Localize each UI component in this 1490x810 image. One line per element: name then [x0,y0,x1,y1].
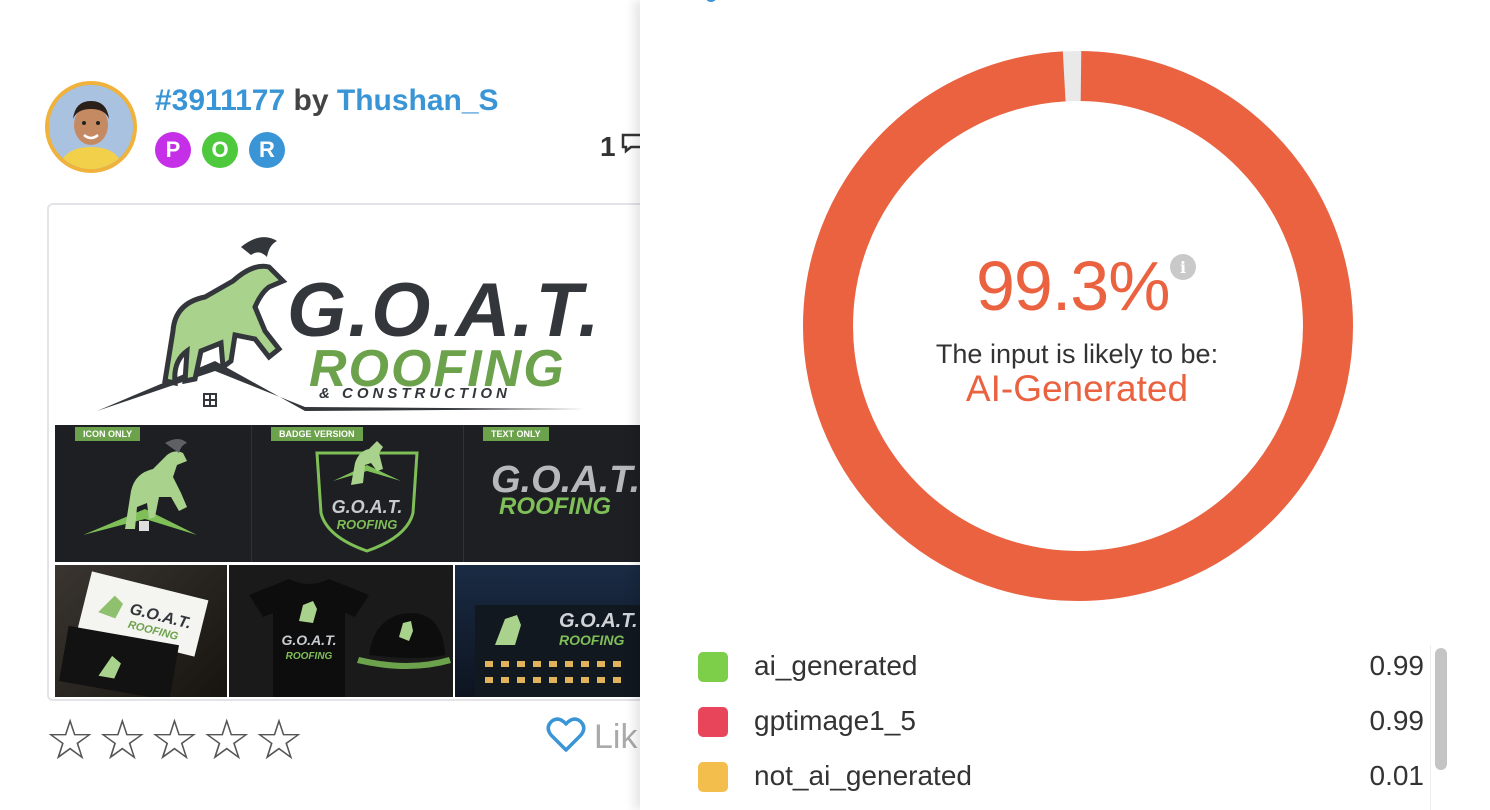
info-icon[interactable]: i [1170,254,1196,280]
legend-row: not_ai_generated 0.01 [698,750,1424,805]
scrollbar-thumb[interactable] [1435,648,1447,770]
star-1[interactable]: ☆ [45,712,95,768]
heart-icon [546,716,586,759]
mockup-business-cards: G.O.A.T. ROOFING [55,565,227,697]
mockup-building: G.O.A.T. ROOFING [455,565,640,697]
entry-card: #3911177 by Thushan_S P O R 1 G.O.A.T. R… [0,0,640,810]
svg-text:G.O.A.T.: G.O.A.T. [282,632,337,648]
entry-image[interactable]: G.O.A.T. ROOFING & CONSTRUCTION ICON ONL… [47,203,640,701]
legend-label: not_ai_generated [754,760,972,791]
logo-line3: & CONSTRUCTION [319,385,511,402]
variant-icon-only: ICON ONLY [55,425,252,562]
legend-label: gptimage1_5 [754,705,916,736]
legend-swatch [698,652,728,682]
entry-heading: #3911177 by Thushan_S [155,84,499,118]
legend-row: gptimage1_5 0.99 [698,695,1424,750]
legend-row: ai_generated 0.99 [698,640,1424,695]
logo-variants-row: ICON ONLY BADGE VERSION G.O.A.T. ROOFING [55,425,640,562]
ai-percentage: 99.3% [976,247,1170,325]
legend-value: 0.01 [1369,760,1425,791]
tag-text-only: TEXT ONLY [483,427,549,441]
mockup-apparel: G.O.A.T. ROOFING [229,565,453,697]
legend-swatch [698,707,728,737]
variant-text-only: TEXT ONLY G.O.A.T. ROOFING [463,425,640,562]
top-edge-mark [706,0,716,2]
detection-donut-chart [803,51,1353,601]
rating-stars[interactable]: ☆ ☆ ☆ ☆ ☆ [45,712,304,768]
user-avatar[interactable] [45,81,137,173]
svg-text:ROOFING: ROOFING [286,651,333,662]
score-legend: ai_generated 0.99 gptimage1_5 0.99 not_a… [698,640,1424,805]
donut-ai-arc [803,51,1353,601]
legend-value: 0.99 [1369,650,1425,681]
like-label: Lik [594,718,638,756]
entry-by-text: by [293,84,329,117]
legend-value: 0.99 [1369,705,1425,736]
star-3[interactable]: ☆ [149,712,199,768]
variant-text-line2: ROOFING [499,493,611,520]
verdict-label: AI-Generated [965,368,1189,409]
comment-icon [620,130,640,163]
badge-p[interactable]: P [155,132,191,168]
svg-text:G.O.A.T.: G.O.A.T. [559,610,638,632]
svg-text:ROOFING: ROOFING [337,517,398,532]
badge-o[interactable]: O [202,132,238,168]
svg-text:ROOFING: ROOFING [559,632,624,648]
legend-swatch [698,762,728,792]
like-button[interactable]: Lik [546,716,637,759]
likely-label: The input is likely to be: [935,339,1219,369]
svg-text:G.O.A.T.: G.O.A.T. [332,497,403,517]
user-badges: P O R [155,132,285,168]
mockup-row: G.O.A.T. ROOFING G.O.A.T. ROOFING G.O.A.… [55,565,640,697]
entry-id-link[interactable]: #3911177 [155,84,285,117]
comment-count-value: 1 [600,130,616,162]
legend-scrollbar[interactable] [1430,645,1449,810]
logo-main: G.O.A.T. ROOFING & CONSTRUCTION [55,211,640,425]
username-link[interactable]: Thushan_S [337,84,499,117]
star-5[interactable]: ☆ [254,712,304,768]
comment-count[interactable]: 1 [600,130,640,163]
ai-detection-panel: 99.3% i The input is likely to be: AI-Ge… [640,0,1490,810]
variant-badge: BADGE VERSION G.O.A.T. ROOFING [251,425,464,562]
star-4[interactable]: ☆ [202,712,252,768]
star-2[interactable]: ☆ [97,712,147,768]
legend-label: ai_generated [754,650,918,681]
badge-r[interactable]: R [249,132,285,168]
